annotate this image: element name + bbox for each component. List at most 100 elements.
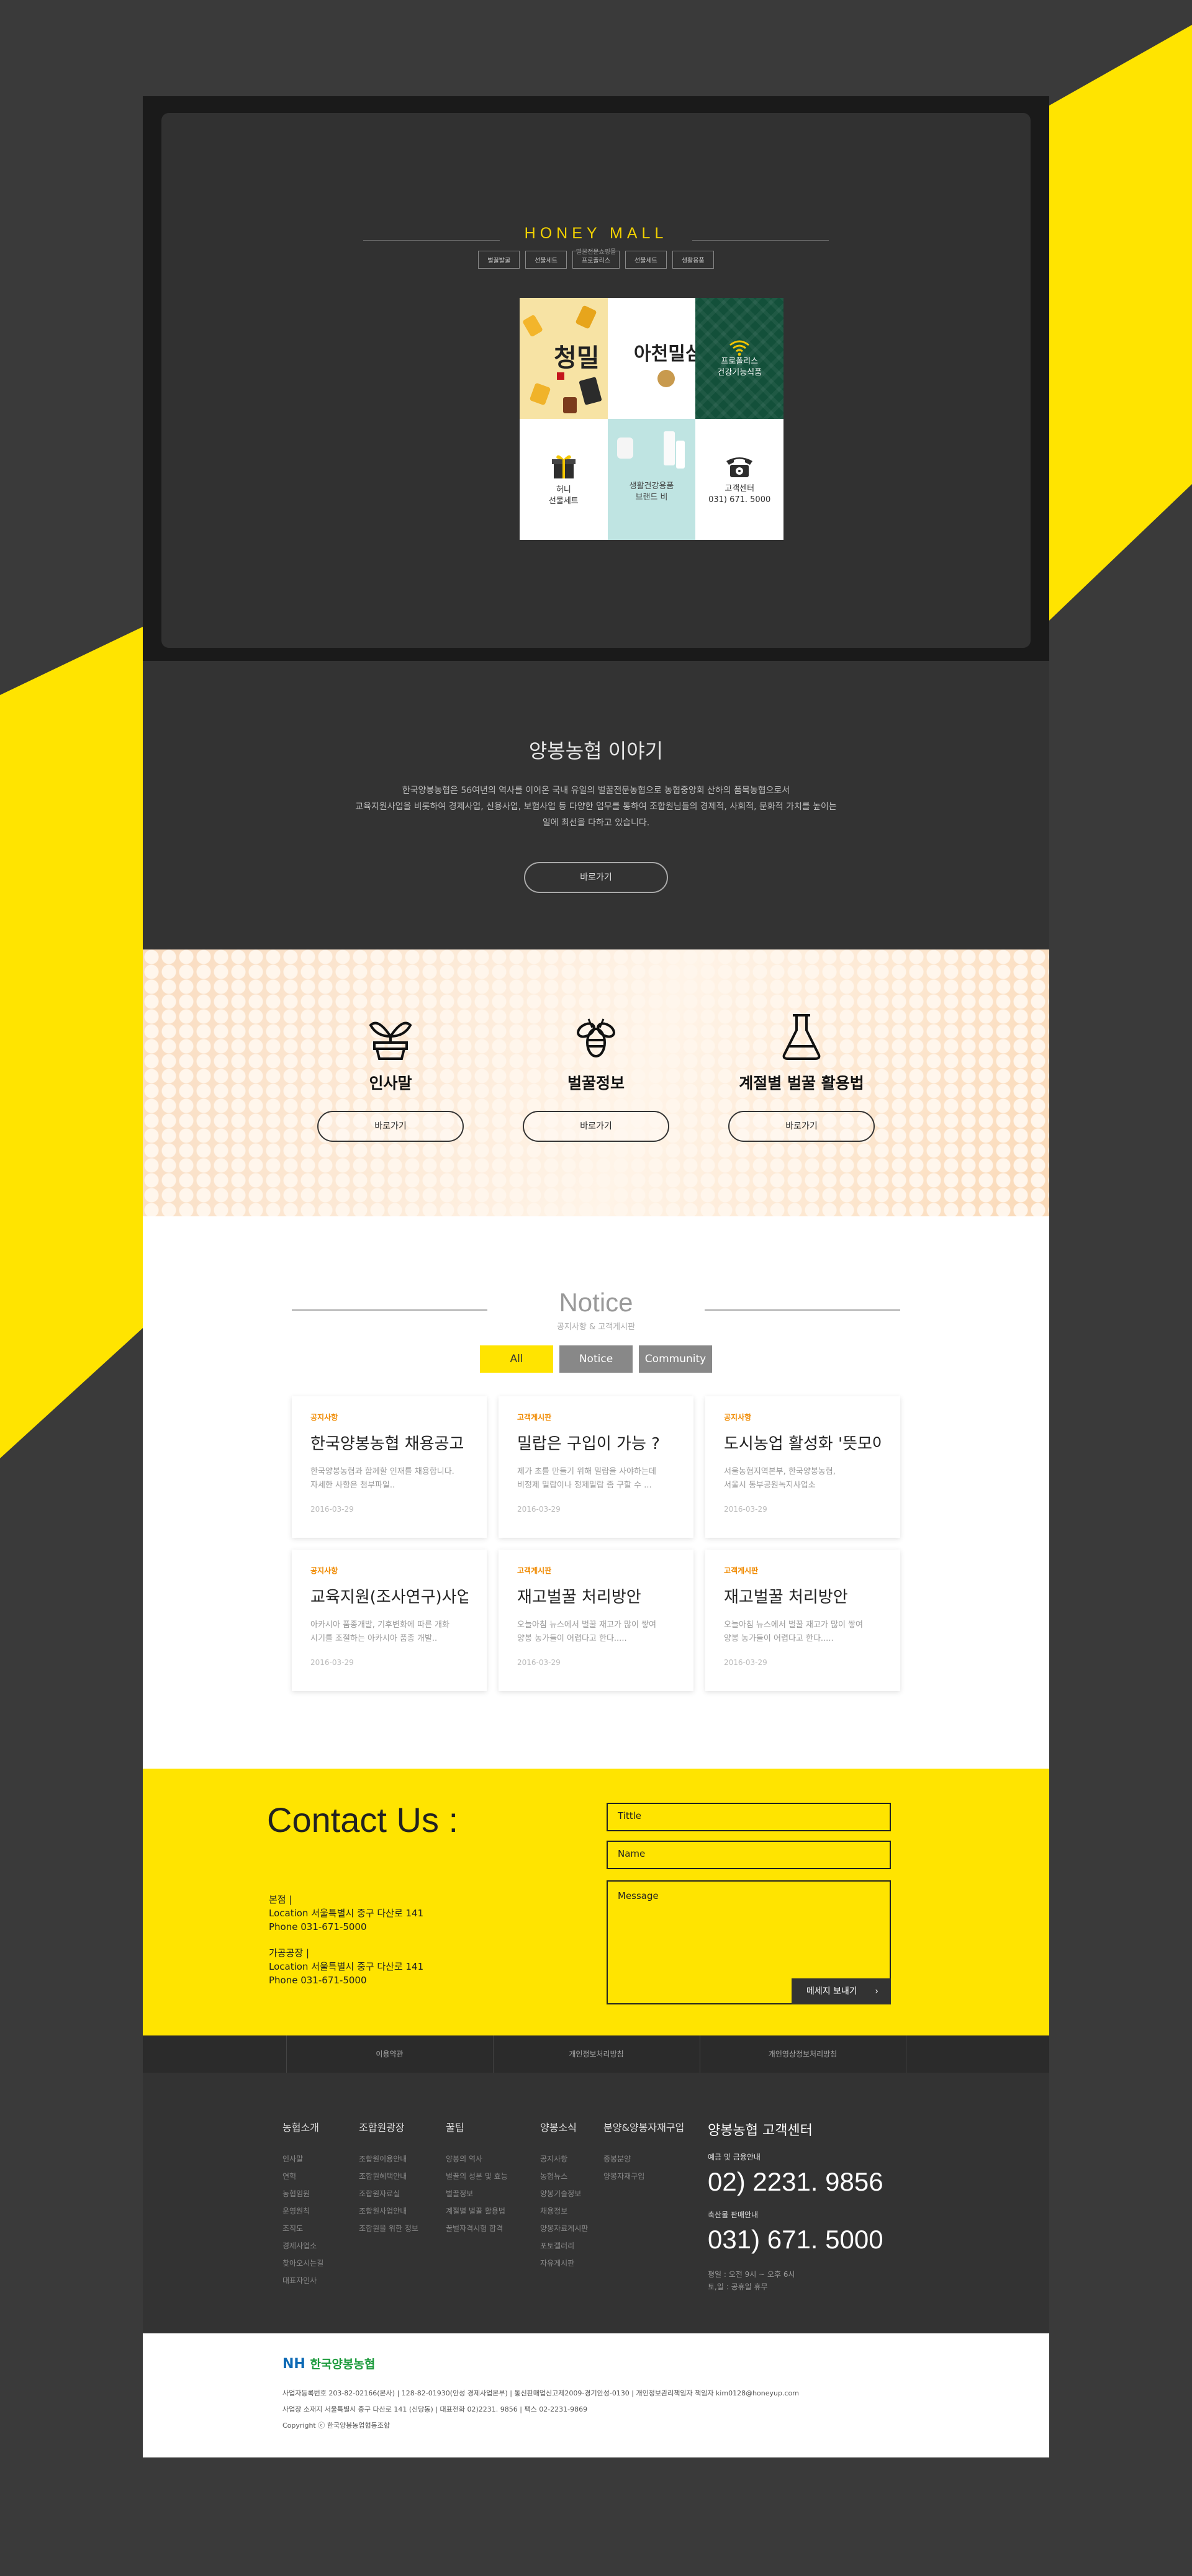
hero-menu-item[interactable]: 프로폴리스: [572, 251, 620, 269]
card-date: 2016-03-29: [310, 1658, 354, 1667]
terms-link[interactable]: 이용약관: [286, 2035, 493, 2073]
privacy-policy-link[interactable]: 개인정보처리방침: [492, 2035, 700, 2073]
chevron-right-icon: ›: [875, 1986, 878, 1996]
divider: [705, 1309, 900, 1311]
name-field[interactable]: Name: [607, 1841, 891, 1869]
page-container: HONEY MALL 벌꿀전문쇼핑몰 벌꿀발굴 선물세트 프로폴리스 선물세트 …: [143, 96, 1049, 2457]
tile-label: 고객센터: [725, 483, 755, 493]
card-excerpt: 오늘아침 뉴스에서 벌꿀 재고가 많이 쌓여 양봉 농가들이 어렵다고 한다...…: [724, 1618, 882, 1646]
footer-link[interactable]: 연혁: [282, 2168, 323, 2185]
footer-link[interactable]: 공지사항: [540, 2150, 588, 2168]
story-more-button[interactable]: 바로가기: [524, 862, 668, 893]
tile-label: 생활건강용품: [629, 481, 674, 491]
feature-honey-info-button[interactable]: 바로가기: [523, 1111, 669, 1142]
card-title: 재고벌꿀 처리방안: [724, 1588, 848, 1607]
card-excerpt-line: 시기를 조절하는 아카시아 품종 개발..: [310, 1634, 438, 1643]
footer-link[interactable]: 벌꿀의 성분 및 효능: [446, 2168, 508, 2185]
notice-card[interactable]: 고객게시판 밀랍은 구입이 가능 ? 제가 초를 만들기 위해 밀랍을 사야하는…: [499, 1396, 693, 1538]
tile-gift-set[interactable]: 허니 선물세트: [520, 419, 608, 540]
tile-propolis[interactable]: 프로폴리스 건강기능식품: [695, 298, 783, 419]
title-field[interactable]: Tittle: [607, 1803, 891, 1831]
video-privacy-policy-link[interactable]: 개인영상정보처리방침: [699, 2035, 906, 2073]
feature-greeting-button[interactable]: 바로가기: [317, 1111, 464, 1142]
footer-link[interactable]: 인사말: [282, 2150, 323, 2168]
footer-col-title[interactable]: 꿀팁: [446, 2119, 508, 2134]
tile-customer-center[interactable]: 고객센터 031) 671. 5000: [695, 419, 783, 540]
footer-link[interactable]: 경제사업소: [282, 2237, 323, 2255]
footer-link[interactable]: 벌꿀정보: [446, 2185, 508, 2202]
footer-link[interactable]: 계절별 벌꿀 활용법: [446, 2202, 508, 2220]
tab-all[interactable]: All: [480, 1345, 553, 1373]
company-logo[interactable]: NH 한국양봉농협: [282, 2355, 1049, 2372]
story-line: 교육지원사업을 비롯하여 경제사업, 신용사업, 보험사업 등 다양한 업무를 …: [355, 802, 837, 812]
footer-col-title[interactable]: 조합원광장: [359, 2119, 418, 2134]
hero-menu-item[interactable]: 선물세트: [525, 251, 567, 269]
send-message-label: 메세지 보내기: [806, 1986, 857, 1996]
footer-link[interactable]: 조합원자료실: [359, 2185, 418, 2202]
tile-honey-products[interactable]: 청밀: [520, 298, 608, 419]
footer-link[interactable]: 찾아오시는길: [282, 2255, 323, 2272]
card-category: 공지사항: [310, 1566, 338, 1575]
card-category: 고객게시판: [517, 1566, 552, 1575]
footer-col-title[interactable]: 분양&양봉자재구입: [603, 2119, 684, 2134]
feature-seasonal-use-button[interactable]: 바로가기: [728, 1111, 875, 1142]
footer-link[interactable]: 자유게시판: [540, 2255, 588, 2272]
notice-card[interactable]: 공지사항 도시농업 활성화 '뜻모아' 서울농협지역본부, 한국양봉농협, 서울시…: [705, 1396, 900, 1538]
send-message-button[interactable]: 메세지 보내기 ›: [792, 1978, 891, 2004]
hero-menu-item[interactable]: 선물세트: [625, 251, 667, 269]
card-title: 밀랍은 구입이 가능 ?: [517, 1435, 660, 1453]
notice-filter-tabs: All Notice Community: [143, 1345, 1049, 1373]
honey-products-image: 청밀: [523, 305, 602, 413]
card-excerpt: 한국양봉농협과 함께할 인재를 채용합니다. 자세한 사항은 첨부파일..: [310, 1465, 468, 1492]
contact-plant-phone: Phone 031-671-5000: [269, 1975, 367, 1986]
card-excerpt-line: 오늘아침 뉴스에서 벌꿀 재고가 많이 쌓여: [517, 1620, 656, 1630]
card-excerpt-line: 자세한 사항은 첨부파일..: [310, 1481, 395, 1490]
customer-center: 양봉농협 고객센터 예금 및 금융안내 02) 2231. 9856 축산물 판…: [708, 2119, 883, 2293]
hero-menu-item[interactable]: 생활용품: [672, 251, 714, 269]
notice-card[interactable]: 공지사항 교육지원(조사연구)사업.. 아카시아 품종개발, 기후변화에 따른 …: [292, 1550, 487, 1691]
brand-title[interactable]: HONEY MALL: [525, 225, 668, 243]
notice-card[interactable]: 고객게시판 재고벌꿀 처리방안 오늘아침 뉴스에서 벌꿀 재고가 많이 쌓여 양봉…: [705, 1550, 900, 1691]
feature-title: 벌꿀정보: [567, 1074, 625, 1092]
footer-col-supplies: 분양&양봉자재구입 종봉분양 양봉자재구입: [603, 2119, 684, 2185]
footer-link[interactable]: 농협뉴스: [540, 2168, 588, 2185]
card-excerpt-line: 제가 초를 만들기 위해 밀랍을 사야하는데: [517, 1467, 656, 1476]
tab-community[interactable]: Community: [639, 1345, 712, 1373]
footer-link[interactable]: 조합원혜택안내: [359, 2168, 418, 2185]
footer-link[interactable]: 양봉자료게시판: [540, 2220, 588, 2237]
notice-card[interactable]: 공지사항 한국양봉농협 채용공고 한국양봉농협과 함께할 인재를 채용합니다. 자…: [292, 1396, 487, 1538]
tab-notice[interactable]: Notice: [559, 1345, 633, 1373]
footer-link[interactable]: 조합원사업안내: [359, 2202, 418, 2220]
tile-calligraphy[interactable]: 아천밀심: [607, 298, 696, 419]
notice-title: Notice: [559, 1288, 633, 1317]
footer-link[interactable]: 양봉의 역사: [446, 2150, 508, 2168]
notice-card[interactable]: 고객게시판 재고벌꿀 처리방안 오늘아침 뉴스에서 벌꿀 재고가 많이 쌓여 양봉…: [499, 1550, 693, 1691]
hero-menu-item[interactable]: 벌꿀발굴: [478, 251, 520, 269]
tile-lifestyle[interactable]: 생활건강용품 브랜드 비: [607, 419, 696, 540]
card-excerpt-line: 비정제 밀랍이나 정제밀랍 좀 구할 수 ...: [517, 1481, 652, 1490]
footer-link[interactable]: 운영원칙: [282, 2202, 323, 2220]
wifi-icon: [729, 340, 750, 356]
footer-link[interactable]: 채용정보: [540, 2202, 588, 2220]
story-line: 한국양봉농협은 56여년의 역사를 이어온 국내 유일의 벌꿀전문농협으로 농협…: [402, 786, 790, 796]
card-category: 공지사항: [724, 1413, 752, 1422]
footer-link[interactable]: 대표자인사: [282, 2272, 323, 2289]
customer-center-phone[interactable]: 031) 671. 5000: [708, 2225, 883, 2255]
customer-center-phone[interactable]: 02) 2231. 9856: [708, 2167, 883, 2197]
footer-col-title[interactable]: 농협소개: [282, 2119, 323, 2134]
logo-name: 한국양봉농협: [310, 2358, 376, 2371]
footer-link[interactable]: 꿀벌자격시험 합격: [446, 2220, 508, 2237]
footer-link[interactable]: 양봉자재구입: [603, 2168, 684, 2185]
footer-link[interactable]: 종봉분양: [603, 2150, 684, 2168]
contact-hq-label: 본점 |: [269, 1894, 292, 1905]
footer-link[interactable]: 조합원을 위한 정보: [359, 2220, 418, 2237]
footer-col-title[interactable]: 양봉소식: [540, 2119, 588, 2134]
footer-link[interactable]: 조합원이용안내: [359, 2150, 418, 2168]
footer-link[interactable]: 포토갤러리: [540, 2237, 588, 2255]
card-excerpt-line: 양봉 농가들이 어렵다고 한다.....: [724, 1634, 834, 1643]
footer-link[interactable]: 농협임원: [282, 2185, 323, 2202]
footer: 농협소개 인사말 연혁 농협임원 운영원칙 조직도 경제사업소 찾아오시는길 대…: [143, 2073, 1049, 2333]
footer-link[interactable]: 조직도: [282, 2220, 323, 2237]
card-title: 한국양봉농협 채용공고: [310, 1435, 464, 1453]
footer-link[interactable]: 양봉기술정보: [540, 2185, 588, 2202]
